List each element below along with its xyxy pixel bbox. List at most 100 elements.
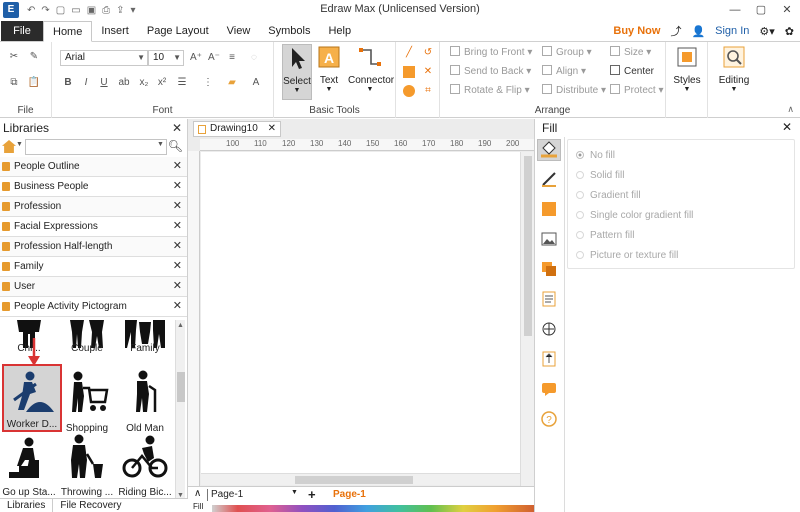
scrollbar-thumb[interactable] xyxy=(177,372,185,402)
copy-icon[interactable]: ⧉ xyxy=(6,76,22,90)
page-select[interactable]: Page-1 xyxy=(207,489,299,501)
tab-file-recovery[interactable]: File Recovery xyxy=(53,499,128,512)
scrollbar-thumb[interactable] xyxy=(524,156,532,336)
library-item-people-outline[interactable]: People Outline ✕ xyxy=(0,157,187,177)
center-button[interactable]: Center xyxy=(610,65,654,77)
highlight-icon[interactable]: ▰ xyxy=(224,76,240,90)
ellipse-icon[interactable] xyxy=(403,85,415,97)
library-item-facial-expressions[interactable]: Facial Expressions ✕ xyxy=(0,217,187,237)
buy-now-link[interactable]: Buy Now xyxy=(613,25,660,37)
library-search-input[interactable] xyxy=(25,139,167,155)
tab-help[interactable]: Help xyxy=(319,21,360,41)
fill-option-picture-fill[interactable]: Picture or texture fill xyxy=(576,250,678,261)
minimize-button[interactable]: — xyxy=(722,0,748,20)
tab-libraries[interactable]: Libraries xyxy=(0,499,54,512)
select-button[interactable]: Select ▼ xyxy=(282,44,312,100)
font-name-select[interactable]: Arial ▼ xyxy=(60,50,148,66)
fill-option-single-color-gradient[interactable]: Single color gradient fill xyxy=(576,210,693,221)
align-button[interactable]: Align ▾ xyxy=(542,65,586,77)
attachment-icon[interactable] xyxy=(541,351,557,367)
document-tab[interactable]: Drawing10 ✕ xyxy=(193,121,281,137)
strikethrough-icon[interactable]: ab xyxy=(116,76,132,90)
close-icon[interactable]: ✕ xyxy=(173,277,182,296)
shape-icon[interactable]: ◌ xyxy=(246,51,262,65)
line-icon[interactable]: ╱ xyxy=(401,46,417,60)
protect-button[interactable]: Protect ▾ xyxy=(610,84,664,96)
hyperlink-icon[interactable] xyxy=(541,321,557,337)
fill-bucket-icon[interactable] xyxy=(537,139,561,161)
close-icon[interactable]: ✕ xyxy=(173,257,182,276)
cross-icon[interactable]: ✕ xyxy=(420,65,436,79)
close-icon[interactable]: ✕ xyxy=(173,217,182,236)
library-item-family[interactable]: Family ✕ xyxy=(0,257,187,277)
tab-symbols[interactable]: Symbols xyxy=(259,21,319,41)
active-page-tab[interactable]: Page-1 xyxy=(333,489,366,500)
comment-icon[interactable] xyxy=(541,381,557,397)
numbering-icon[interactable]: ⋮ xyxy=(200,76,216,90)
align-icon[interactable]: ≡ xyxy=(224,51,240,65)
skin-icon[interactable]: ✿ xyxy=(785,25,794,38)
undo-icon[interactable]: ↶ xyxy=(27,5,35,16)
scroll-up-icon[interactable]: ▲ xyxy=(177,322,184,329)
close-icon[interactable]: ✕ xyxy=(173,237,182,256)
connector-button[interactable]: Connector ▼ xyxy=(348,44,394,93)
font-color-icon[interactable]: A xyxy=(248,76,264,90)
superscript-icon[interactable]: x² xyxy=(154,76,170,90)
canvas-vertical-scrollbar[interactable] xyxy=(520,152,534,486)
tab-home[interactable]: Home xyxy=(43,21,93,42)
italic-icon[interactable]: I xyxy=(78,76,94,90)
size-button[interactable]: Size ▾ xyxy=(610,46,651,58)
drawing-canvas[interactable] xyxy=(201,152,520,473)
layers-icon[interactable] xyxy=(541,261,557,277)
close-button[interactable]: ✕ xyxy=(774,0,800,20)
font-size-select[interactable]: 10 ▼ xyxy=(148,50,184,66)
tab-file[interactable]: File xyxy=(1,21,43,41)
send-to-back-button[interactable]: Send to Back ▾ xyxy=(450,65,531,77)
home-icon[interactable] xyxy=(2,140,16,153)
chevron-down-icon[interactable]: ▼ xyxy=(157,141,164,148)
bring-to-front-button[interactable]: Bring to Front ▾ xyxy=(450,46,532,58)
paste-icon[interactable]: 📋 xyxy=(26,76,42,90)
fill-option-solid-fill[interactable]: Solid fill xyxy=(576,170,624,181)
rotate-flip-button[interactable]: Rotate & Flip ▾ xyxy=(450,84,530,96)
shadow-icon[interactable] xyxy=(541,201,557,217)
close-icon[interactable]: ✕ xyxy=(782,120,792,134)
library-item-user[interactable]: User ✕ xyxy=(0,277,187,297)
share-icon[interactable]: ⤴ xyxy=(670,23,681,39)
chevron-up-icon[interactable]: ∧ xyxy=(194,488,201,499)
image-icon[interactable] xyxy=(541,231,557,247)
help-icon[interactable]: ? xyxy=(541,411,557,427)
shape-old-man[interactable]: Old Man xyxy=(116,370,174,434)
shape-shopping[interactable]: Shopping xyxy=(58,370,116,434)
close-icon[interactable]: ✕ xyxy=(172,119,182,137)
tab-insert[interactable]: Insert xyxy=(92,21,138,41)
group-button[interactable]: Group ▾ xyxy=(542,46,592,58)
add-page-button[interactable]: + xyxy=(308,487,316,502)
shape-go-up-stairs[interactable]: Go up Sta... xyxy=(0,434,58,498)
library-scrollbar[interactable]: ▲ ▼ xyxy=(175,320,185,501)
collapse-ribbon-icon[interactable]: ∧ xyxy=(787,104,794,115)
close-icon[interactable]: ✕ xyxy=(268,122,276,136)
close-icon[interactable]: ✕ xyxy=(173,197,182,216)
close-icon[interactable]: ✕ xyxy=(173,297,182,316)
canvas-horizontal-scrollbar[interactable] xyxy=(201,473,520,485)
sign-in-link[interactable]: Sign In xyxy=(715,25,749,37)
fill-option-gradient-fill[interactable]: Gradient fill xyxy=(576,190,641,201)
arc-icon[interactable]: ↺ xyxy=(420,46,436,60)
library-item-people-activity-pictogram[interactable]: People Activity Pictogram ✕ xyxy=(0,297,187,317)
search-icon[interactable]: 🔍︎ xyxy=(168,139,183,153)
distribute-button[interactable]: Distribute ▾ xyxy=(542,84,606,96)
customize-icon[interactable]: ▾ xyxy=(131,5,136,16)
grow-font-icon[interactable]: A⁺ xyxy=(188,51,204,65)
subscript-icon[interactable]: x₂ xyxy=(136,76,152,90)
print-icon[interactable]: ⎙ xyxy=(102,5,110,16)
cut-icon[interactable]: ✂ xyxy=(6,50,22,64)
editing-button[interactable]: Editing ▼ xyxy=(716,44,752,93)
fill-option-pattern-fill[interactable]: Pattern fill xyxy=(576,230,634,241)
export-icon[interactable]: ⇪ xyxy=(116,5,124,16)
color-swatches[interactable] xyxy=(212,505,534,512)
chevron-down-icon[interactable]: ▼ xyxy=(291,489,298,496)
tab-page-layout[interactable]: Page Layout xyxy=(138,21,218,41)
styles-button[interactable]: Styles ▼ xyxy=(672,44,702,93)
bullets-icon[interactable]: ☰ xyxy=(174,76,190,90)
